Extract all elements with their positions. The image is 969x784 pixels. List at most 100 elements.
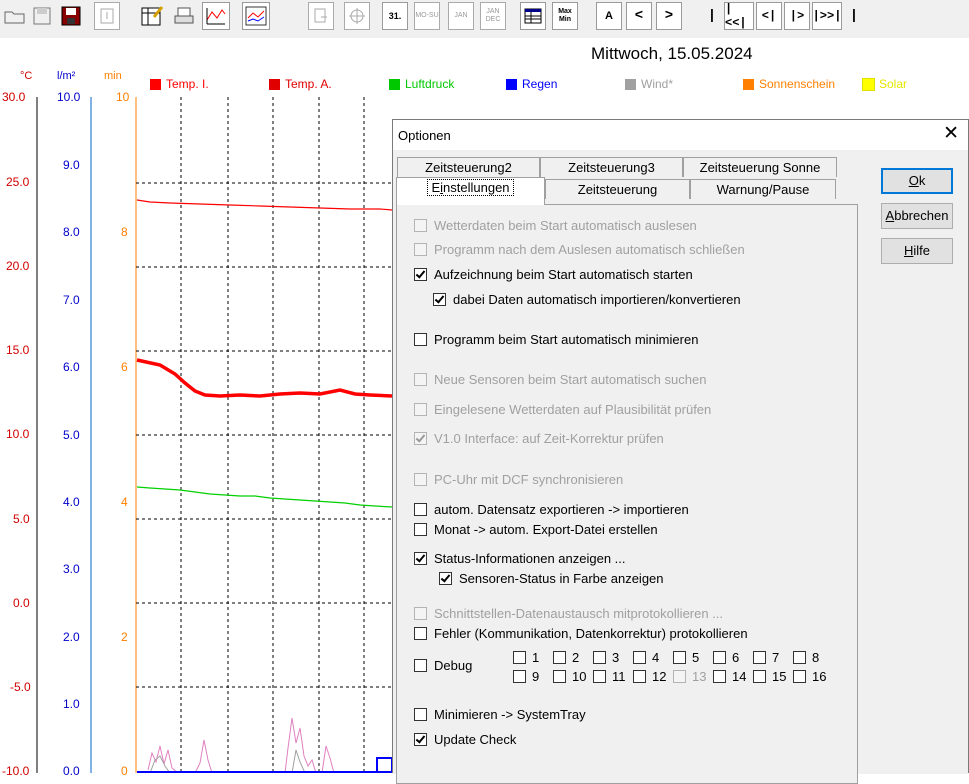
back-label: <| xyxy=(761,9,777,23)
chart-multi-icon[interactable] xyxy=(242,2,270,30)
checkbox xyxy=(513,670,526,683)
crosshair-icon[interactable] xyxy=(344,2,370,30)
debug-level-1[interactable]: 1 xyxy=(513,650,539,665)
debug-level-7[interactable]: 7 xyxy=(753,650,779,665)
option-auto-read[interactable]: Wetterdaten beim Start automatisch ausle… xyxy=(414,218,697,233)
next-button[interactable]: > xyxy=(656,2,682,30)
chart-line-icon[interactable] xyxy=(202,2,230,30)
tab-zeitsteuerung[interactable]: Zeitsteuerung xyxy=(545,179,690,199)
ok-button[interactable]: Ok xyxy=(881,168,953,194)
debug-level-5[interactable]: 5 xyxy=(673,650,699,665)
debug-level-9[interactable]: 9 xyxy=(513,669,539,684)
save-as-icon[interactable] xyxy=(58,2,86,30)
option-search-sensors[interactable]: Neue Sensoren beim Start automatisch suc… xyxy=(414,372,706,387)
legend-wind[interactable]: Wind* xyxy=(625,77,673,91)
rain-unit: l/m² xyxy=(57,70,76,82)
debug-level-4[interactable]: 4 xyxy=(633,650,659,665)
first-button[interactable]: |<<| xyxy=(724,2,754,30)
tab-einstellungen[interactable]: Einstellungen xyxy=(396,177,545,205)
option-plausibility[interactable]: Eingelesene Wetterdaten auf Plausibilitä… xyxy=(414,402,711,417)
toolbar: 31. MO-SU JAN JAN DEC Max Min A < > | |<… xyxy=(0,0,969,38)
font-button[interactable]: A xyxy=(596,2,622,30)
save-icon[interactable] xyxy=(30,2,54,30)
option-label: Aufzeichnung beim Start automatisch star… xyxy=(434,267,693,282)
option-auto-record[interactable]: Aufzeichnung beim Start automatisch star… xyxy=(414,267,693,282)
checkbox xyxy=(513,651,526,664)
open-icon[interactable] xyxy=(2,2,28,30)
debug-level-2[interactable]: 2 xyxy=(553,650,579,665)
option-auto-close[interactable]: Programm nach dem Auslesen automatisch s… xyxy=(414,242,745,257)
tab-zeitsteuerung3[interactable]: Zeitsteuerung3 xyxy=(540,157,683,177)
rain-tick: 7.0 xyxy=(63,293,80,307)
tab-warnung-pause[interactable]: Warnung/Pause xyxy=(690,179,836,199)
legend-temp-outside[interactable]: Temp. A. xyxy=(269,77,332,91)
debug-level-11[interactable]: 11 xyxy=(593,669,626,684)
option-month-export[interactable]: Monat -> autom. Export-Datei erstellen xyxy=(414,522,658,537)
min-tick: 10 xyxy=(116,90,130,104)
debug-level-16[interactable]: 16 xyxy=(793,669,826,684)
option-auto-minimize[interactable]: Programm beim Start automatisch minimier… xyxy=(414,332,698,347)
option-debug[interactable]: Debug xyxy=(414,658,472,673)
edit-table-icon[interactable] xyxy=(138,2,166,30)
debug-level-label: 14 xyxy=(732,669,747,684)
checkbox xyxy=(633,651,646,664)
first-label: |<<| xyxy=(725,2,747,30)
debug-level-14[interactable]: 14 xyxy=(713,669,746,684)
dialog-title: Optionen xyxy=(398,128,451,143)
option-systray[interactable]: Minimieren -> SystemTray xyxy=(414,707,586,722)
dialog-titlebar[interactable]: Optionen ✕ xyxy=(393,120,968,150)
table-view-icon[interactable] xyxy=(520,2,546,30)
legend-pressure[interactable]: Luftdruck xyxy=(389,77,454,91)
option-dcf-sync[interactable]: PC-Uhr mit DCF synchronisieren xyxy=(414,472,623,487)
debug-level-10[interactable]: 10 xyxy=(553,669,586,684)
week-view-button[interactable]: MO-SU xyxy=(414,2,440,30)
legend-temp-inside[interactable]: Temp. I. xyxy=(150,77,209,91)
debug-level-13[interactable]: 13 xyxy=(673,669,706,684)
export-icon[interactable] xyxy=(308,2,334,30)
max-min-button[interactable]: Max Min xyxy=(552,2,578,30)
month-view-button[interactable]: JAN xyxy=(448,2,474,30)
cancel-button[interactable]: Abbrechen xyxy=(881,203,953,229)
prev-button[interactable]: < xyxy=(626,2,652,30)
option-update-check[interactable]: Update Check xyxy=(414,732,516,747)
option-time-correction[interactable]: V1.0 Interface: auf Zeit-Korrektur prüfe… xyxy=(414,431,664,446)
tab-zeitsteuerung-sonne[interactable]: Zeitsteuerung Sonne xyxy=(683,157,837,177)
option-label: Programm beim Start automatisch minimier… xyxy=(434,332,699,347)
checkbox xyxy=(633,670,646,683)
checkbox xyxy=(673,651,686,664)
print-icon[interactable] xyxy=(170,2,198,30)
debug-level-12[interactable]: 12 xyxy=(633,669,666,684)
min-tick: 2 xyxy=(121,630,128,644)
debug-level-6[interactable]: 6 xyxy=(713,650,739,665)
back-button[interactable]: <| xyxy=(756,2,782,30)
rain-tick: 10.0 xyxy=(57,90,81,104)
legend-label: Temp. A. xyxy=(285,77,332,91)
year-view-button[interactable]: JAN DEC xyxy=(480,2,506,30)
day-view-button[interactable]: 31. xyxy=(382,2,408,30)
option-auto-import[interactable]: dabei Daten automatisch importieren/konv… xyxy=(433,292,741,307)
help-button[interactable]: Hilfe xyxy=(881,238,953,264)
option-sensor-color[interactable]: Sensoren-Status in Farbe anzeigen xyxy=(439,571,664,586)
debug-level-3[interactable]: 3 xyxy=(593,650,619,665)
checkbox xyxy=(414,432,427,445)
debug-level-label: 15 xyxy=(772,669,787,684)
last-button[interactable]: |>>| xyxy=(812,2,842,30)
temp-tick: 0.0 xyxy=(13,596,30,610)
option-interface-log[interactable]: Schnittstellen-Datenaustausch mitprotoko… xyxy=(414,606,723,621)
max-min-label: Max Min xyxy=(558,8,572,23)
close-icon[interactable]: ✕ xyxy=(943,124,959,144)
min-tick: 0 xyxy=(121,764,128,778)
sensor-icon[interactable] xyxy=(94,2,120,30)
forward-button[interactable]: |> xyxy=(784,2,810,30)
legend-solar[interactable]: Solar xyxy=(862,77,907,91)
tab-zeitsteuerung2[interactable]: Zeitsteuerung2 xyxy=(397,157,540,177)
option-status-info[interactable]: Status-Informationen anzeigen ... xyxy=(414,551,626,566)
option-export-import[interactable]: autom. Datensatz exportieren -> importie… xyxy=(414,502,689,517)
stop-end-button[interactable]: | xyxy=(844,2,864,30)
legend-sunshine[interactable]: Sonnenschein xyxy=(743,77,835,91)
option-error-log[interactable]: Fehler (Kommunikation, Datenkorrektur) p… xyxy=(414,626,748,641)
debug-level-8[interactable]: 8 xyxy=(793,650,819,665)
debug-level-15[interactable]: 15 xyxy=(753,669,786,684)
stop-start-button[interactable]: | xyxy=(702,2,722,30)
legend-rain[interactable]: Regen xyxy=(506,77,557,91)
